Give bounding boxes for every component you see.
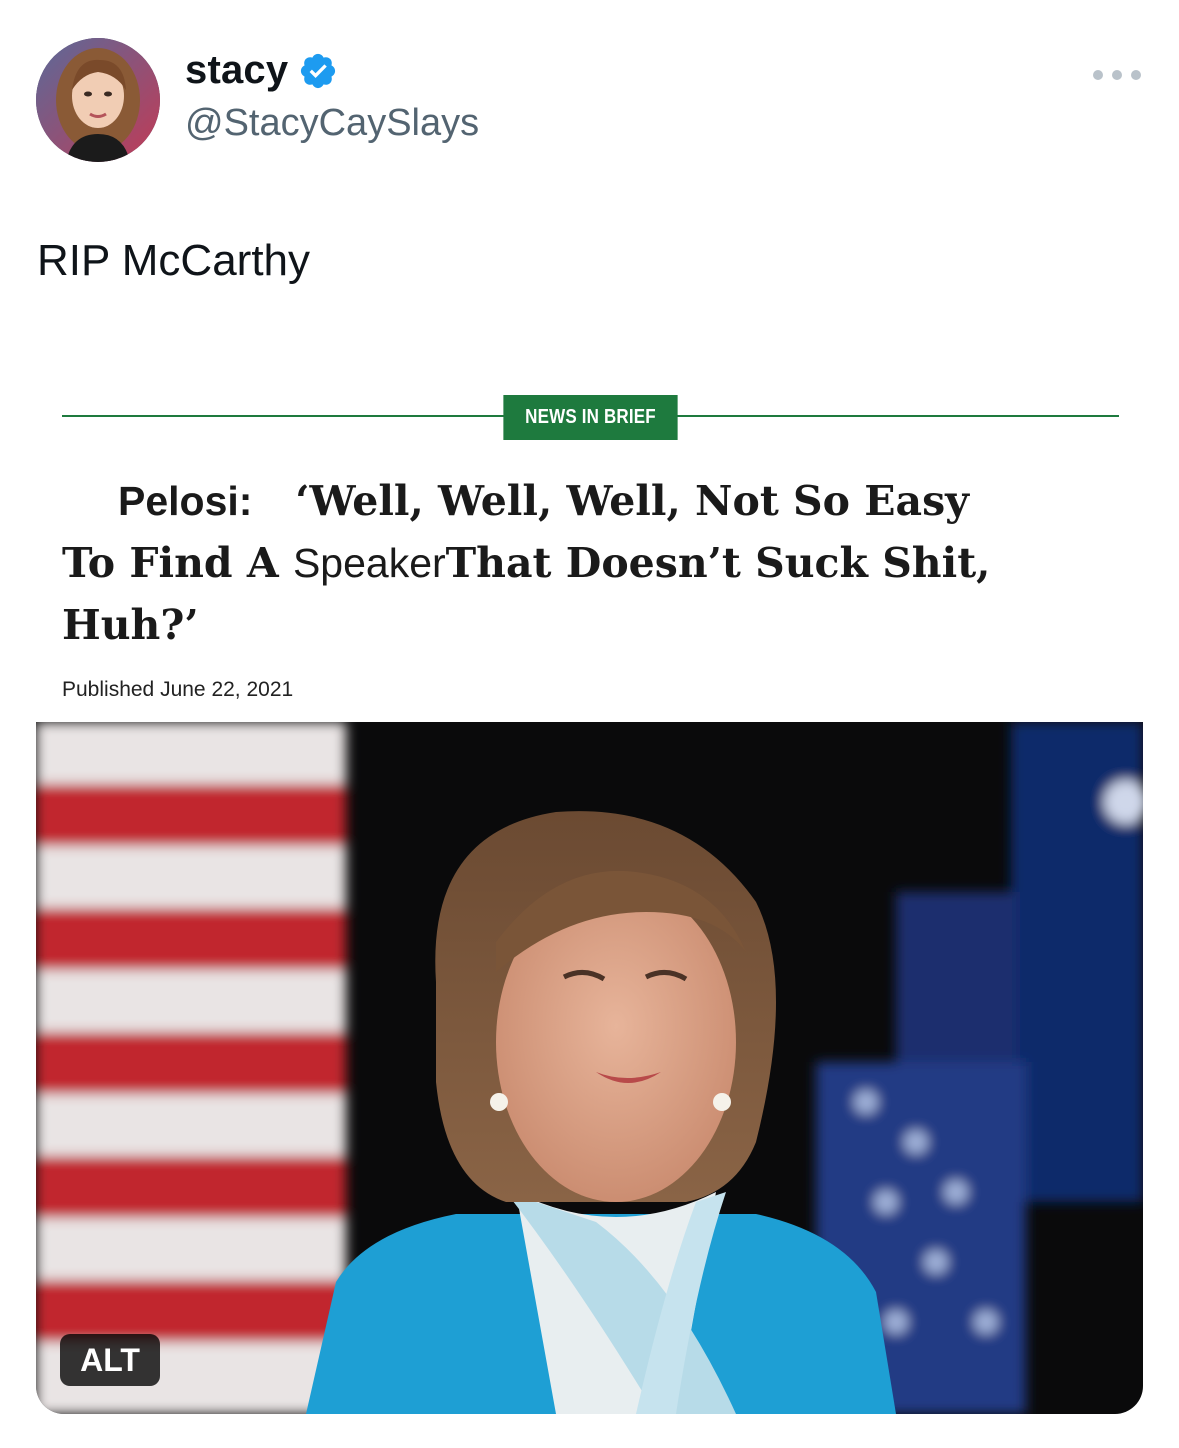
headline-part: That Doesn’t Suck Shit, <box>445 539 991 587</box>
headline-part: Pelosi: <box>118 478 253 524</box>
article-headline: Pelosi: ‘Well, Well, Well, Not So Easy T… <box>62 470 1102 656</box>
article-photo[interactable]: ALT <box>36 722 1143 1414</box>
alt-text-button[interactable]: ALT <box>60 1334 160 1386</box>
dot-icon <box>1093 70 1103 80</box>
tweet-text: RIP McCarthy <box>37 236 311 285</box>
published-date: Published June 22, 2021 <box>62 678 294 701</box>
author-name-row[interactable]: stacy <box>185 48 338 93</box>
dot-icon <box>1112 70 1122 80</box>
verified-badge-icon <box>301 53 336 88</box>
headline-part: ‘Well, Well, Well, Not So Easy <box>295 477 969 525</box>
section-label: NEWS IN BRIEF <box>503 395 678 440</box>
media-card[interactable]: NEWS IN BRIEF Pelosi: ‘Well, Well, Well,… <box>36 372 1143 1414</box>
dot-icon <box>1131 70 1141 80</box>
headline-part: Huh?’ <box>62 601 199 649</box>
author-handle[interactable]: @StacyCaySlays <box>185 102 479 145</box>
profile-photo-icon <box>36 38 160 162</box>
photo-illustration <box>36 722 1143 1414</box>
headline-part: To Find A <box>62 539 293 587</box>
more-options-icon[interactable] <box>1093 63 1141 87</box>
avatar[interactable] <box>36 38 160 162</box>
headline-part: Speaker <box>292 540 446 586</box>
display-name[interactable]: stacy <box>185 48 288 93</box>
